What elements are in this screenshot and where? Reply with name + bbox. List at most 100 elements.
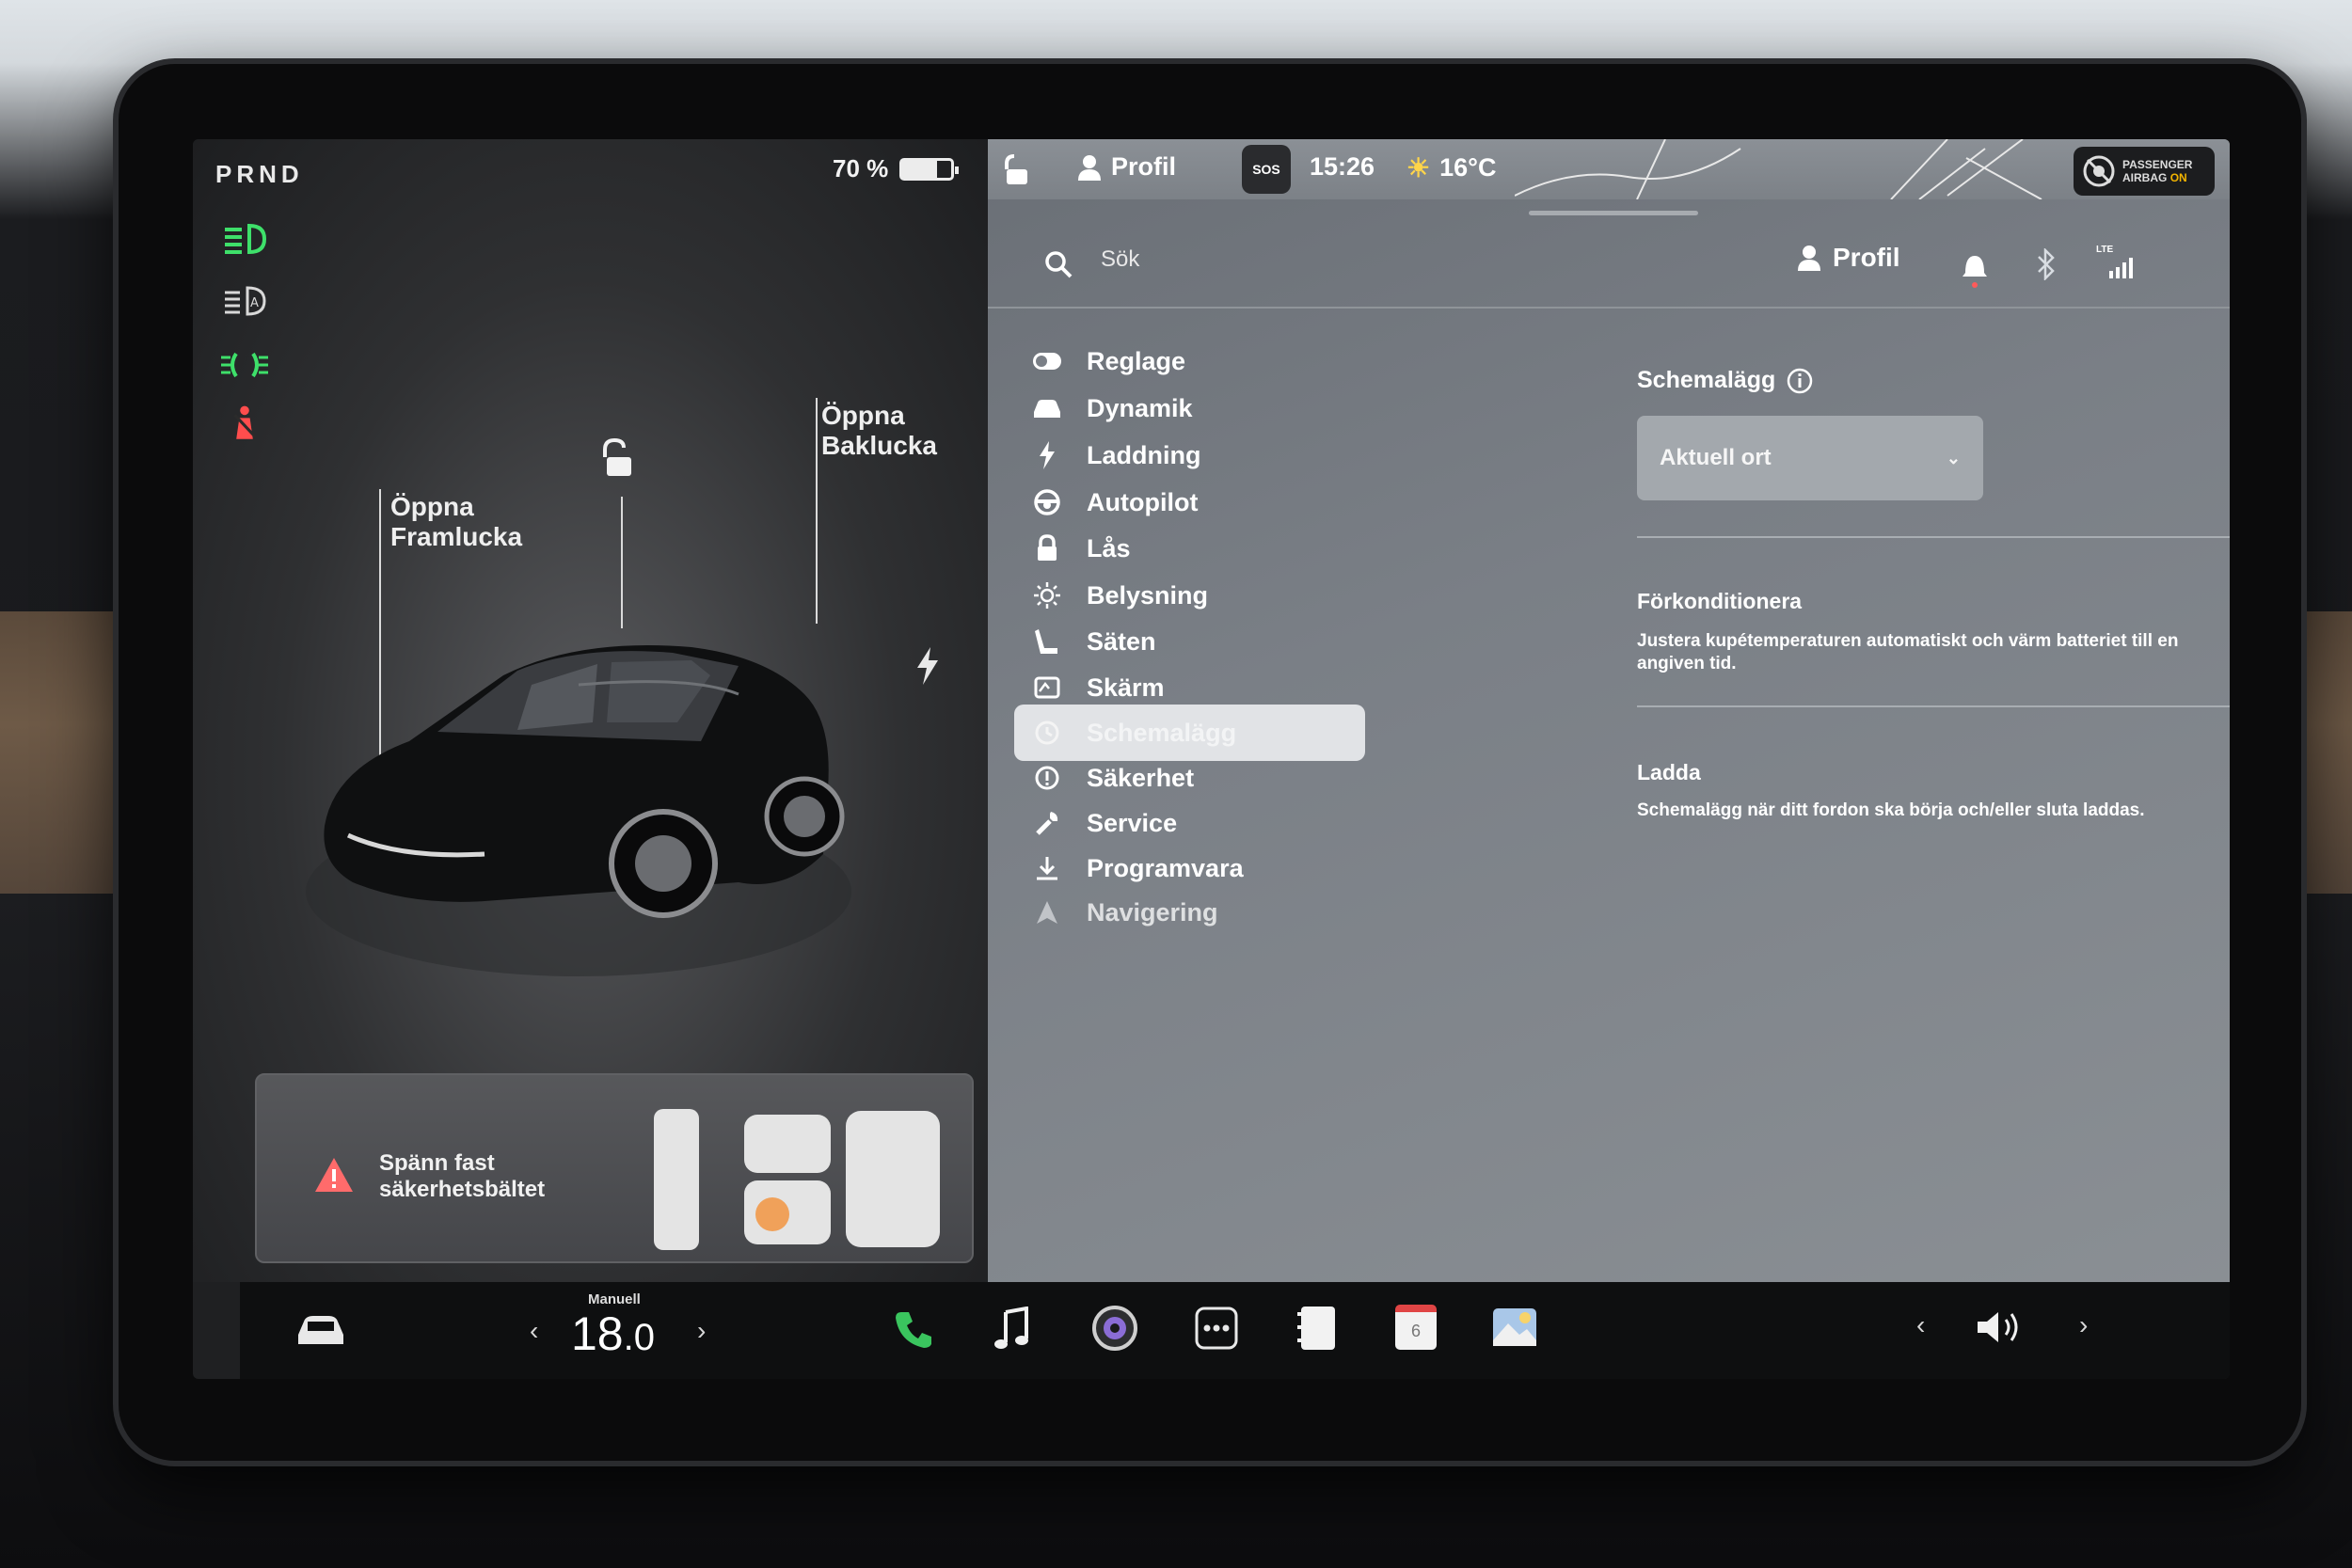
section-divider	[1637, 705, 2230, 707]
volume-increase-chevron-icon[interactable]: ›	[2079, 1310, 2088, 1340]
airbag-icon	[2083, 155, 2115, 187]
profile-label: Profil	[1833, 243, 1900, 272]
menu-item-label: Laddning	[1087, 440, 1201, 469]
precondition-title: Förkonditionera	[1637, 589, 1803, 613]
svg-text:A: A	[250, 296, 259, 310]
open-frunk-callout[interactable]: Öppna Framlucka	[390, 492, 522, 552]
open-trunk-line2: Baklucka	[821, 431, 937, 460]
open-trunk-callout[interactable]: Öppna Baklucka	[821, 401, 937, 461]
toggle-icon	[1030, 352, 1064, 371]
lock-status-icon[interactable]	[1001, 154, 1031, 186]
clock-icon	[1030, 720, 1064, 746]
map-preview[interactable]	[1515, 139, 2070, 199]
sun-icon	[1030, 581, 1064, 610]
passenger-airbag-indicator: PASSENGER AIRBAG ON	[2074, 147, 2215, 196]
topbar-profile[interactable]: Profil	[1077, 152, 1176, 182]
precondition-desc-line2: angiven tid.	[1637, 654, 1737, 673]
temp-decimal: .0	[623, 1317, 655, 1358]
chevron-down-icon: ⌄	[1946, 448, 1961, 467]
network-type: LTE	[2096, 245, 2114, 255]
download-icon	[1030, 855, 1064, 881]
menu-item-label: Säten	[1087, 626, 1156, 656]
climate-mode: Manuell	[588, 1291, 641, 1307]
navigation-icon	[1030, 899, 1064, 926]
settings-panel: Profil SOS 15:26 ☀ 16°C PASSENGER AIRBAG…	[988, 139, 2230, 1282]
phone-icon[interactable]	[894, 1308, 935, 1350]
drag-handle[interactable]	[1529, 211, 1698, 215]
calendar-icon[interactable]: 6	[1395, 1305, 1437, 1350]
volume-icon[interactable]	[1976, 1308, 2028, 1346]
schedule-title-text: Schemalägg	[1637, 367, 1776, 393]
search-row: Sök Profil LTE	[988, 230, 2230, 309]
sos-button[interactable]: SOS	[1242, 145, 1291, 194]
parking-lights-icon	[221, 352, 268, 378]
seatbelt-warning-line1: Spänn fast	[379, 1150, 495, 1176]
menu-item-label: Lås	[1087, 533, 1131, 562]
auto-high-beam-icon: A	[225, 286, 266, 316]
unlock-icon[interactable]	[597, 438, 635, 480]
menu-item-navigering[interactable]: Navigering	[1030, 884, 1388, 941]
wrench-icon	[1030, 810, 1064, 836]
menu-item-label: Service	[1087, 808, 1178, 837]
info-icon[interactable]	[1787, 368, 1813, 394]
temp-decrease-chevron-icon[interactable]: ‹	[530, 1316, 538, 1346]
topbar-profile-label: Profil	[1111, 152, 1177, 181]
open-frunk-line2: Framlucka	[390, 522, 523, 551]
profile-button[interactable]: Profil	[1797, 243, 1900, 273]
precondition-desc-line1: Justera kupétemperaturen automatiskt och…	[1637, 631, 2179, 651]
gear-selector: PRND	[215, 160, 304, 188]
lock-icon	[1030, 534, 1064, 562]
battery-icon	[899, 157, 960, 181]
precondition-description: Justera kupétemperaturen automatiskt och…	[1637, 630, 2178, 675]
menu-item-label: Autopilot	[1087, 487, 1199, 516]
open-frunk-line1: Öppna	[390, 492, 474, 521]
clock: 15:26	[1310, 152, 1375, 181]
menu-item-label: Dynamik	[1087, 393, 1193, 422]
menu-item-label: Skärm	[1087, 673, 1165, 702]
car-icon[interactable]	[294, 1310, 347, 1348]
bluetooth-icon[interactable]	[2037, 248, 2056, 280]
seat-icon	[1030, 627, 1064, 656]
camera-icon[interactable]	[1091, 1305, 1138, 1352]
menu-item-label: Navigering	[1087, 897, 1218, 927]
search-icon[interactable]	[1044, 250, 1073, 278]
charge-description: Schemalägg när ditt fordon ska börja och…	[1637, 800, 2145, 820]
signal-strength-icon	[2109, 258, 2133, 278]
steering-wheel-icon	[1030, 488, 1064, 516]
manual-icon[interactable]	[1295, 1305, 1339, 1352]
battery-status: 70 %	[833, 154, 960, 183]
cabin-temperature[interactable]: 18.0	[571, 1307, 655, 1361]
menu-item-label: Programvara	[1087, 853, 1244, 882]
temp-whole: 18	[571, 1307, 624, 1360]
low-beam-icon	[225, 223, 267, 255]
airbag-label-line2: AIRBAG	[2122, 171, 2168, 184]
photos-icon[interactable]	[1491, 1303, 1540, 1350]
location-dropdown-value: Aktuell ort	[1660, 445, 1772, 470]
seatbelt-warning-text: Spänn fast säkerhetsbältet	[379, 1150, 545, 1203]
info-icon	[1030, 765, 1064, 791]
battery-percent: 70 %	[833, 154, 889, 182]
section-divider	[1637, 536, 2230, 538]
more-apps-icon[interactable]	[1195, 1307, 1238, 1350]
seatbelt-warning-icon	[233, 405, 258, 439]
sun-icon: ☀	[1406, 153, 1431, 182]
location-dropdown[interactable]: Aktuell ort ⌄	[1637, 416, 1983, 500]
touchscreen: PRND 70 % A Öppna Framlucka Öppna Bakluc…	[193, 139, 2230, 1379]
notification-bell-icon[interactable]	[1962, 250, 1988, 288]
charge-port-bolt-icon[interactable]	[915, 647, 940, 685]
warning-triangle-icon	[315, 1158, 353, 1192]
search-input[interactable]: Sök	[1101, 246, 1139, 273]
menu-item-label: Schemalägg	[1087, 718, 1237, 747]
bolt-icon	[1030, 441, 1064, 469]
status-bar: Profil SOS 15:26 ☀ 16°C PASSENGER AIRBAG…	[988, 139, 2230, 199]
volume-decrease-chevron-icon[interactable]: ‹	[1916, 1310, 1925, 1340]
bottom-dock: Manuell ‹ 18.0 › 6 ‹ ›	[240, 1282, 2230, 1379]
menu-item-label: Reglage	[1087, 346, 1186, 375]
battery-fill	[902, 160, 937, 178]
seatbelt-warning-line2: säkerhetsbältet	[379, 1177, 546, 1202]
car-status-panel: PRND 70 % A Öppna Framlucka Öppna Bakluc…	[193, 139, 988, 1282]
profile-icon	[1798, 245, 1820, 271]
airbag-label-line1: PASSENGER	[2122, 158, 2193, 171]
music-icon[interactable]	[993, 1307, 1030, 1352]
temp-increase-chevron-icon[interactable]: ›	[697, 1316, 706, 1346]
